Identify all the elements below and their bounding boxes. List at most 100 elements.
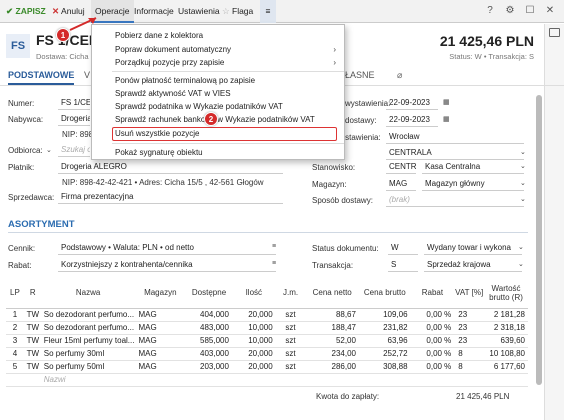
column-header[interactable]: Nazwa	[41, 278, 135, 309]
issue-date-field[interactable]: 22-09-2023	[386, 96, 438, 110]
table-cell: 10,000	[231, 334, 276, 348]
help-icon[interactable]: ?	[484, 5, 496, 16]
column-header[interactable]: J.m.	[275, 278, 306, 309]
chat-icon[interactable]	[549, 28, 560, 37]
table-cell: 5	[6, 360, 24, 374]
table-cell	[134, 373, 187, 387]
menu-item-usun-wszystkie[interactable]: Usuń wszystkie pozycje	[112, 127, 337, 141]
column-header[interactable]: Magazyn	[134, 278, 187, 309]
delivery-date-field[interactable]: 22-09-2023	[386, 113, 438, 127]
platnik-field[interactable]: Drogeria ALEGRO	[58, 160, 283, 174]
menu-item-wykaz-podatnikow[interactable]: Sprawdź podatnika w Wykazie podatników V…	[92, 100, 344, 113]
delivery-method-select[interactable]: (brak)	[386, 193, 524, 207]
table-cell: 2 318,18	[484, 321, 528, 335]
centrala-select[interactable]: CENTRALA	[386, 146, 524, 160]
info-menu-button[interactable]: Informacje	[134, 0, 174, 23]
menu-item-pobierz[interactable]: Pobierz dane z kolektora	[92, 29, 344, 42]
sprzedawca-field[interactable]: Firma prezentacyjna	[58, 190, 283, 204]
table-cell: 403,000	[186, 347, 232, 361]
column-header[interactable]: Dostępne	[186, 278, 232, 309]
chevron-down-icon[interactable]: ⌄	[520, 162, 526, 170]
cennik-field[interactable]: Podstawowy • Waluta: PLN • od netto	[58, 241, 276, 255]
attachment-icon[interactable]: ⌀	[397, 70, 402, 81]
stanowisko-select[interactable]: Kasa Centralna	[422, 160, 524, 174]
column-header[interactable]: LP	[6, 278, 24, 309]
tab-podstawowe[interactable]: PODSTAWOWE	[8, 70, 75, 85]
nabywca-field[interactable]: Drogeria	[58, 112, 90, 126]
chevron-down-icon[interactable]: ⌄	[520, 148, 526, 156]
new-row[interactable]: Nazwi	[6, 373, 528, 387]
menu-item-porzadkuj[interactable]: Porządkuj pozycje przy zapisie ›	[92, 56, 344, 69]
table-cell	[186, 373, 232, 387]
table-cell: So perfumy 30ml	[41, 347, 135, 361]
check-icon: ✔	[6, 6, 14, 16]
rabat-field[interactable]: Korzystniejszy z kontrahenta/cennika	[58, 258, 276, 272]
settings-menu-button[interactable]: Ustawienia	[178, 0, 220, 23]
menu-item-ponow-platnosc[interactable]: Ponów płatność terminalową po zapisie	[92, 74, 344, 87]
table-cell	[275, 373, 306, 387]
calendar-icon[interactable]: ▦	[443, 98, 450, 106]
odbiorca-field[interactable]: Szukaj obiektu	[58, 143, 90, 157]
menu-item-rachunek-bankowy[interactable]: Sprawdź rachunek bankowy w Wykazie podat…	[92, 113, 344, 126]
table-row[interactable]: 2 TW So dezodorant perfumo... MAG 483,000 10,…	[6, 321, 528, 335]
table-cell: 234,00	[305, 347, 359, 361]
menu-item-popraw[interactable]: Popraw dokument automatyczny ›	[92, 43, 344, 56]
wystawienia-label: wystawienia:	[345, 99, 391, 108]
column-header[interactable]: Cena brutto	[358, 278, 411, 309]
stanowisko-label: Stanowisko:	[312, 163, 356, 172]
column-header[interactable]: Cena netto	[305, 278, 359, 309]
transakcja-code[interactable]: S	[388, 258, 418, 272]
menu-item-vies[interactable]: Sprawdź aktywność VAT w VIES	[92, 87, 344, 100]
chevron-down-icon[interactable]: ⌄	[520, 179, 526, 187]
nabywca-nip: NIP: 898	[62, 130, 94, 139]
scrollbar[interactable]	[536, 95, 542, 385]
save-button[interactable]: ✔ ZAPISZ	[6, 0, 46, 23]
magazyn-select[interactable]: Magazyn główny	[422, 177, 524, 191]
chevron-down-icon[interactable]: ⌄	[518, 260, 524, 268]
column-header[interactable]: R	[23, 278, 42, 309]
table-cell	[6, 373, 24, 387]
column-header[interactable]: Ilość	[231, 278, 276, 309]
chevron-down-icon[interactable]: ⌄	[518, 243, 524, 251]
calendar-icon[interactable]: ▦	[443, 115, 450, 123]
table-cell: 88,67	[305, 308, 359, 322]
magazyn-code[interactable]: MAG	[386, 177, 416, 191]
table-cell: 109,06	[358, 308, 411, 322]
table-row[interactable]: 5 TW So perfumy 50ml MAG 203,000 20,000 szt 286…	[6, 360, 528, 374]
menu-icon[interactable]: ≡	[272, 260, 276, 267]
status-select[interactable]: Wydany towar i wykona	[424, 241, 522, 255]
cennik-label: Cennik:	[8, 244, 36, 253]
table-cell: 0,00 %	[410, 321, 455, 335]
maximize-icon[interactable]: ☐	[524, 5, 536, 16]
column-header[interactable]: VAT [%]	[454, 278, 485, 309]
flag-button[interactable]: ☆ Flaga	[222, 0, 253, 23]
tab-v[interactable]: V	[84, 70, 90, 80]
tab-wlasne[interactable]: ŁASNE	[345, 70, 375, 80]
table-cell: 6 177,60	[484, 360, 528, 374]
column-header[interactable]: Wartość brutto (R)	[484, 278, 528, 309]
chevron-down-icon[interactable]: ⌄	[520, 195, 526, 203]
transakcja-select[interactable]: Sprzedaż krajowa	[424, 258, 522, 272]
place-field[interactable]: Wrocław	[386, 130, 524, 144]
total-label: Kwota do zapłaty:	[316, 392, 380, 401]
status-code[interactable]: W	[388, 241, 418, 255]
star-icon: ☆	[222, 6, 230, 16]
gear-icon[interactable]: ⚙	[504, 5, 516, 16]
chevron-down-icon[interactable]: ⌄	[46, 146, 52, 154]
numer-field[interactable]: FS 1/CEN	[58, 96, 90, 110]
menu-item-sygnatura[interactable]: Pokaż sygnaturę obiektu	[92, 146, 344, 159]
table-cell: 8	[454, 347, 485, 361]
stanowisko-code[interactable]: CENTR	[386, 160, 416, 174]
close-icon[interactable]: ✕	[544, 5, 556, 16]
platnik-label: Płatnik:	[8, 163, 35, 172]
table-cell: So perfumy 50ml	[41, 360, 135, 374]
column-header[interactable]: Rabat	[410, 278, 455, 309]
menu-icon[interactable]: ≡	[272, 243, 276, 250]
table-row[interactable]: 3 TW Fleur 15ml perfumy toal... MAG 585,000 1…	[6, 334, 528, 348]
new-row-name-input[interactable]: Nazwi	[41, 373, 135, 387]
items-table: LP R Nazwa Magazyn Dostępne Ilość J.m. C…	[6, 278, 528, 387]
table-cell: MAG	[134, 321, 187, 335]
hamburger-menu-button[interactable]: ≡	[260, 0, 276, 23]
table-row[interactable]: 1 TW So dezodorant perfumo... MAG 404,000 20,…	[6, 308, 528, 322]
table-row[interactable]: 4 TW So perfumy 30ml MAG 403,000 20,000 szt 234…	[6, 347, 528, 361]
